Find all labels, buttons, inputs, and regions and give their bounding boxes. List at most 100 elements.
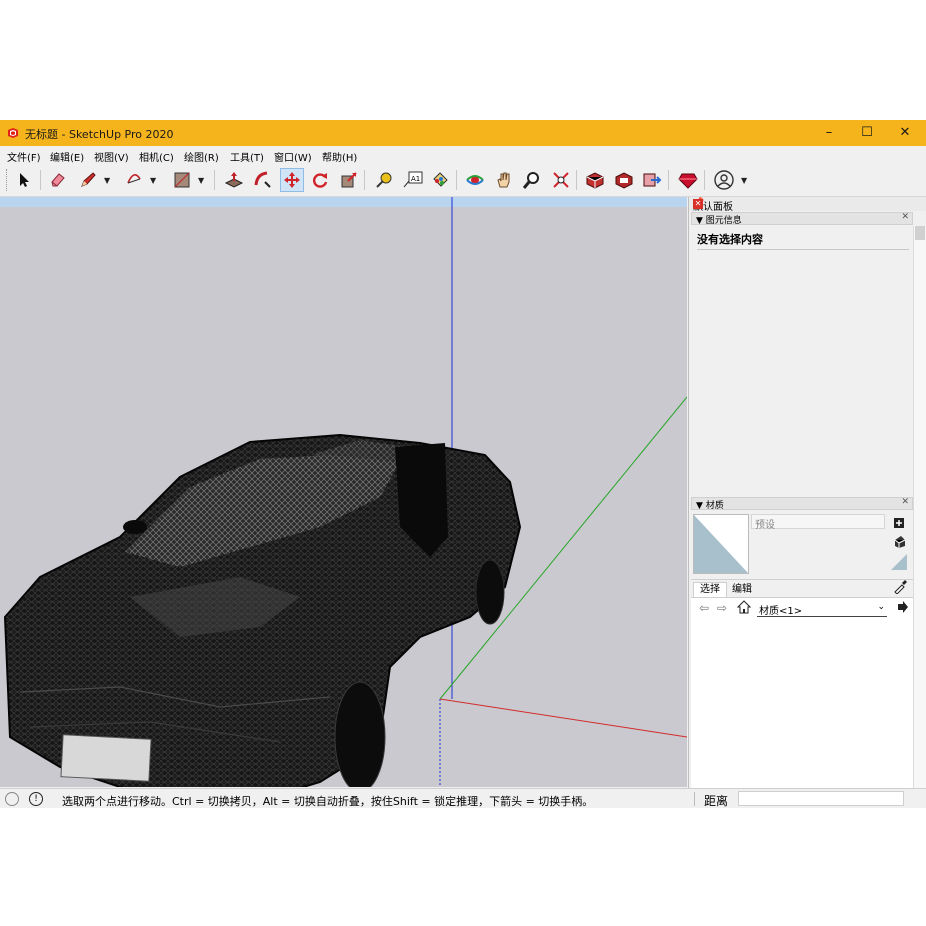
follow-me-icon[interactable] (251, 168, 275, 192)
front-wheel (334, 681, 386, 787)
status-bar: ! 选取两个点进行移动。Ctrl = 切换拷贝，Alt = 切换自动折叠，按住S… (0, 788, 926, 808)
select-arrow-icon[interactable] (12, 168, 36, 192)
toolbar-grip[interactable] (6, 169, 9, 191)
toolbar-separator (576, 170, 577, 190)
eyedropper-icon[interactable] (893, 580, 907, 595)
menu-edit[interactable]: 编辑(E) (50, 149, 84, 164)
window-title: 无标题 - SketchUp Pro 2020 (25, 128, 174, 141)
toolbar-separator (40, 170, 41, 190)
divider (694, 792, 695, 806)
arc-dropdown-icon[interactable]: ▼ (150, 176, 156, 185)
menu-bar: 文件(F) 编辑(E) 视图(V) 相机(C) 绘图(R) 工具(T) 窗口(W… (0, 146, 926, 164)
send-layout-icon[interactable] (640, 168, 664, 192)
scrollbar-thumb[interactable] (915, 226, 925, 240)
arc-icon[interactable] (122, 168, 146, 192)
entity-info-title: 图元信息 (705, 216, 742, 226)
material-browser-bar: ⇦ ⇨ 材质<1> ⌄ (691, 597, 913, 620)
car-model[interactable] (3, 433, 522, 787)
default-tray: 默认面板 📌 ✕ ▼ 图元信息 ✕ 没有选择内容 ∨ ▼ 材质 ✕ 预设 (688, 197, 926, 808)
materials-header[interactable]: ▼ 材质 ✕ (691, 497, 913, 511)
rotate-icon[interactable] (308, 168, 332, 192)
3d-warehouse-icon[interactable] (583, 168, 607, 192)
maximize-button[interactable]: ☐ (848, 120, 886, 146)
tray-scrollbar[interactable]: ∨ (913, 226, 926, 808)
material-collection-select[interactable]: 材质<1> ⌄ (757, 601, 887, 617)
tray-title-bar: 默认面板 📌 ✕ (689, 197, 926, 213)
rear-wheel (475, 559, 505, 625)
toolbar-separator (668, 170, 669, 190)
pencil-icon[interactable] (76, 168, 100, 192)
distance-label: 距离 (704, 794, 729, 808)
create-material-icon[interactable] (893, 515, 905, 529)
scale-icon[interactable] (337, 168, 361, 192)
toolbar-separator (364, 170, 365, 190)
rectangle-icon[interactable] (170, 168, 194, 192)
tab-edit[interactable]: 编辑 (727, 583, 757, 597)
tape-measure-icon[interactable] (372, 168, 396, 192)
text-label-glyph: A1 (411, 175, 420, 183)
measurements-box[interactable] (738, 791, 904, 806)
forward-arrow-icon[interactable]: ⇨ (717, 601, 727, 615)
menu-camera[interactable]: 相机(C) (139, 149, 174, 164)
toolbar-separator (704, 170, 705, 190)
pencil-dropdown-icon[interactable]: ▼ (104, 176, 110, 185)
material-name-field[interactable]: 预设 (751, 514, 885, 531)
extension-warehouse-icon[interactable] (612, 168, 636, 192)
menu-file[interactable]: 文件(F) (7, 149, 41, 164)
entity-info-header[interactable]: ▼ 图元信息 ✕ (691, 212, 913, 226)
menu-tools[interactable]: 工具(T) (230, 149, 264, 164)
main-toolbar: ▼ ▼ ▼ A1 ▼ (0, 164, 926, 197)
preset-placeholder: 预设 (755, 520, 775, 531)
toolbar-separator (456, 170, 457, 190)
back-arrow-icon[interactable]: ⇦ (699, 601, 709, 615)
close-button[interactable]: ✕ (886, 120, 924, 146)
no-selection-text: 没有选择内容 (697, 233, 763, 246)
account-icon[interactable] (712, 168, 736, 192)
pan-hand-icon[interactable] (492, 168, 516, 192)
push-pull-icon[interactable] (222, 168, 246, 192)
license-plate (60, 734, 152, 782)
sketchup-logo-icon (8, 128, 18, 138)
toolbar-separator (214, 170, 215, 190)
material-list-area[interactable] (691, 620, 913, 808)
eraser-icon[interactable] (46, 168, 70, 192)
geolocation-icon[interactable] (5, 792, 19, 806)
red-axis (439, 698, 687, 738)
menu-view[interactable]: 视图(V) (94, 149, 129, 164)
tab-select[interactable]: 选择 (693, 582, 727, 598)
model-viewport[interactable] (0, 197, 687, 787)
chevron-down-icon[interactable]: ⌄ (877, 602, 885, 612)
default-material-swatch[interactable] (891, 554, 907, 570)
title-bar: 无标题 - SketchUp Pro 2020 – ☐ ✕ (0, 120, 926, 146)
sample-paint-icon[interactable] (893, 535, 906, 549)
side-mirror (123, 520, 147, 534)
account-dropdown-icon[interactable]: ▼ (741, 176, 747, 185)
rectangle-dropdown-icon[interactable]: ▼ (198, 176, 204, 185)
tray-close-icon[interactable]: ✕ (693, 199, 703, 209)
paint-bucket-icon[interactable] (428, 168, 452, 192)
material-collection-value: 材质<1> (759, 606, 803, 617)
zoom-icon[interactable] (520, 168, 544, 192)
zoom-extents-icon[interactable] (549, 168, 573, 192)
details-arrow-icon[interactable] (897, 600, 909, 617)
status-message: 选取两个点进行移动。Ctrl = 切换拷贝，Alt = 切换自动折叠，按住Shi… (62, 795, 594, 808)
home-icon[interactable] (736, 600, 752, 617)
pin-icon[interactable]: 📌 (693, 198, 907, 208)
menu-window[interactable]: 窗口(W) (274, 149, 312, 164)
close-section-icon[interactable]: ✕ (901, 497, 909, 507)
divider (691, 579, 913, 580)
ruby-extension-icon[interactable] (676, 168, 700, 192)
divider (697, 249, 909, 250)
close-section-icon[interactable]: ✕ (901, 212, 909, 222)
text-label-icon[interactable]: A1 (401, 168, 425, 192)
move-icon[interactable] (280, 168, 304, 192)
scene-canvas[interactable] (0, 197, 687, 787)
materials-title: 材质 (705, 501, 724, 511)
material-preview-swatch (693, 514, 749, 574)
orbit-icon[interactable] (463, 168, 487, 192)
minimize-button[interactable]: – (810, 120, 848, 146)
menu-draw[interactable]: 绘图(R) (184, 149, 219, 164)
info-icon[interactable]: ! (29, 792, 43, 806)
menu-help[interactable]: 帮助(H) (322, 149, 357, 164)
sketchup-window: 无标题 - SketchUp Pro 2020 – ☐ ✕ 文件(F) 编辑(E… (0, 120, 926, 808)
